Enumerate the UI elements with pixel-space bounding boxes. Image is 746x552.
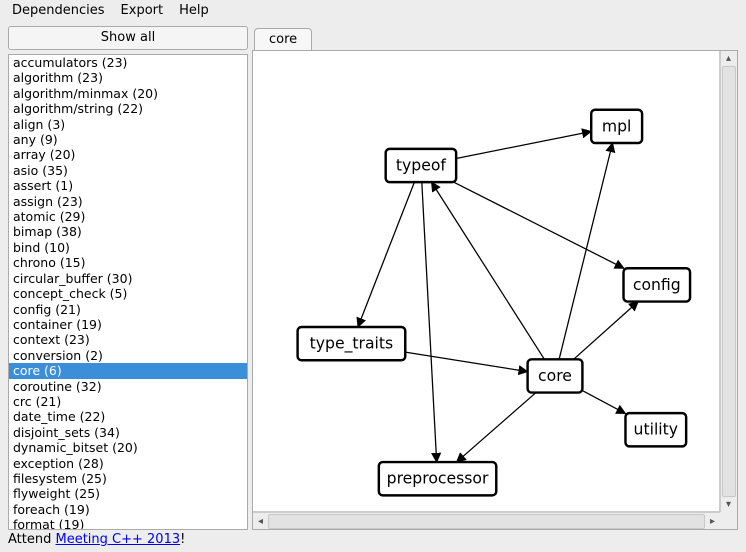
left-panel: Show all accumulators (23)algorithm (23)… [8, 26, 248, 530]
node-label: utility [634, 420, 678, 439]
list-item[interactable]: crc (21) [9, 394, 247, 409]
menu-export[interactable]: Export [115, 2, 170, 20]
vscroll-track[interactable] [722, 66, 736, 497]
edge-core-mpl [559, 143, 612, 359]
list-item[interactable]: algorithm/minmax (20) [9, 86, 247, 101]
list-item[interactable]: assign (23) [9, 194, 247, 209]
right-panel: core typeof mpl config core utility type_trai… [252, 26, 738, 530]
list-item[interactable]: coroutine (32) [9, 379, 247, 394]
node-config[interactable]: config [624, 268, 691, 301]
edge-core-config [574, 302, 639, 360]
list-item[interactable]: flyweight (25) [9, 486, 247, 501]
list-item[interactable]: core (6) [9, 363, 247, 378]
graph-canvas[interactable]: typeof mpl config core utility type_traitspre… [253, 51, 720, 512]
list-item[interactable]: bimap (38) [9, 224, 247, 239]
list-item[interactable]: context (23) [9, 332, 247, 347]
edge-typeof-mpl [456, 131, 591, 158]
list-item[interactable]: algorithm (23) [9, 70, 247, 85]
node-label: config [633, 275, 681, 294]
list-item[interactable]: exception (28) [9, 456, 247, 471]
list-item[interactable]: array (20) [9, 147, 247, 162]
list-item[interactable]: bind (10) [9, 240, 247, 255]
list-item[interactable]: filesystem (25) [9, 471, 247, 486]
list-item[interactable]: accumulators (23) [9, 55, 247, 70]
tab-core[interactable]: core [254, 28, 312, 50]
node-core[interactable]: core [528, 359, 583, 392]
scroll-down-icon[interactable]: ▾ [721, 497, 736, 512]
node-type_traits[interactable]: type_traits [298, 327, 406, 360]
node-label: type_traits [310, 334, 394, 354]
status-prefix: Attend [8, 532, 55, 547]
edge-type_traits-core [405, 352, 527, 371]
list-item[interactable]: algorithm/string (22) [9, 101, 247, 116]
list-item[interactable]: concept_check (5) [9, 286, 247, 301]
edge-typeof-preprocessor [422, 182, 437, 462]
list-item[interactable]: assert (1) [9, 178, 247, 193]
list-item[interactable]: asio (35) [9, 163, 247, 178]
list-item[interactable]: format (19) [9, 517, 247, 529]
list-item[interactable]: disjoint_sets (34) [9, 425, 247, 440]
list-item[interactable]: align (3) [9, 117, 247, 132]
node-mpl[interactable]: mpl [591, 110, 642, 143]
edge-core-utility [582, 391, 625, 414]
list-item[interactable]: conversion (2) [9, 348, 247, 363]
edge-core-preprocessor [457, 393, 536, 462]
edge-core-typeof [432, 182, 545, 359]
list-item[interactable]: chrono (15) [9, 255, 247, 270]
list-item[interactable]: circular_buffer (30) [9, 271, 247, 286]
hscroll-track[interactable] [268, 514, 705, 529]
list-item[interactable]: atomic (29) [9, 209, 247, 224]
status-link[interactable]: Meeting C++ 2013 [55, 532, 180, 547]
node-utility[interactable]: utility [625, 413, 686, 446]
app-root: Dependencies Export Help Show all accumu… [0, 0, 746, 552]
list-item[interactable]: dynamic_bitset (20) [9, 440, 247, 455]
node-label: preprocessor [387, 469, 489, 488]
body: Show all accumulators (23)algorithm (23)… [0, 22, 746, 530]
scroll-right-icon[interactable]: ▸ [705, 514, 720, 529]
edge-typeof-type_traits [358, 182, 415, 327]
menubar: Dependencies Export Help [0, 0, 746, 22]
tab-bar: core [252, 26, 738, 50]
list-item[interactable]: foreach (19) [9, 502, 247, 517]
show-all-button[interactable]: Show all [8, 26, 248, 50]
library-list[interactable]: accumulators (23)algorithm (23)algorithm… [9, 55, 247, 529]
node-label: core [538, 366, 572, 385]
scroll-up-icon[interactable]: ▴ [721, 51, 736, 66]
list-item[interactable]: date_time (22) [9, 409, 247, 424]
node-preprocessor[interactable]: preprocessor [379, 462, 496, 495]
list-item[interactable]: any (9) [9, 132, 247, 147]
status-suffix: ! [180, 532, 185, 547]
node-typeof[interactable]: typeof [386, 149, 456, 182]
edge-typeof-config [454, 182, 624, 268]
node-label: mpl [602, 116, 632, 135]
library-list-frame: accumulators (23)algorithm (23)algorithm… [8, 54, 248, 530]
status-bar: Attend Meeting C++ 2013! [0, 530, 746, 552]
graph-vertical-scrollbar[interactable]: ▴ ▾ [720, 51, 737, 512]
scroll-left-icon[interactable]: ◂ [253, 514, 268, 529]
menu-dependencies[interactable]: Dependencies [6, 2, 111, 20]
graph-frame: typeof mpl config core utility type_traitspre… [252, 50, 738, 530]
list-item[interactable]: container (19) [9, 317, 247, 332]
graph-horizontal-scrollbar[interactable]: ◂ ▸ [253, 512, 720, 529]
node-label: typeof [396, 155, 447, 174]
list-item[interactable]: config (21) [9, 302, 247, 317]
menu-help[interactable]: Help [173, 2, 215, 20]
